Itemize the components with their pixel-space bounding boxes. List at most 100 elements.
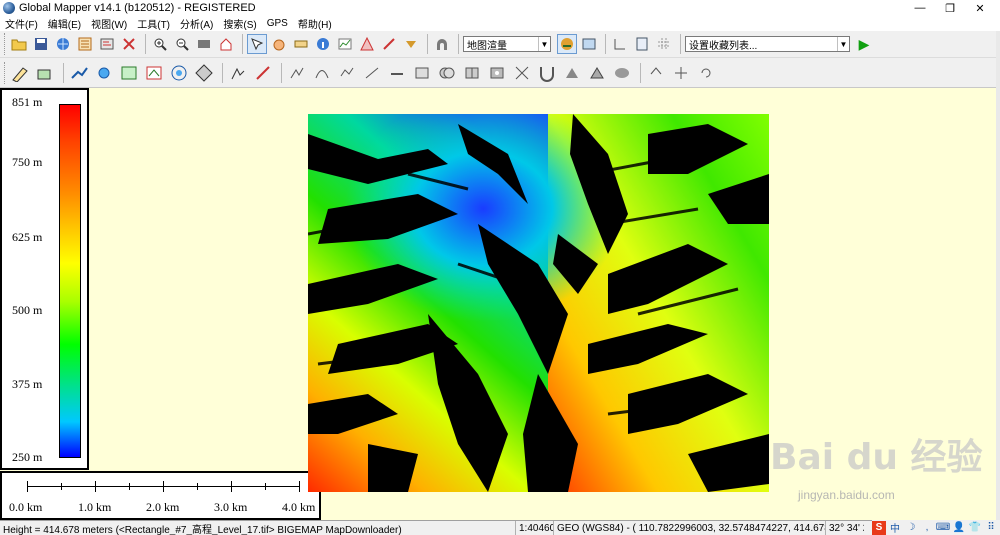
smooth-line-icon[interactable] xyxy=(336,61,358,85)
watermark-text: Bai du 经验 xyxy=(770,437,983,478)
zoom-out-icon[interactable] xyxy=(172,34,192,54)
view-shed-icon[interactable] xyxy=(357,34,377,54)
scale-label-0: 0.0 km xyxy=(9,500,43,514)
edit-feature-icon[interactable] xyxy=(9,61,31,85)
shirt-icon[interactable]: 👕 xyxy=(968,521,982,535)
scale-label-1: 1.0 km xyxy=(78,500,112,514)
simplify-line-icon[interactable] xyxy=(361,61,383,85)
join-lines-icon[interactable] xyxy=(311,61,333,85)
pan-hand-icon[interactable] xyxy=(269,34,289,54)
legend-label-375: 375 m xyxy=(12,377,43,391)
status-coordinates: GEO (WGS84) - ( 110.7822996003, 32.57484… xyxy=(554,521,826,535)
create-point-icon[interactable] xyxy=(93,61,115,85)
vertical-scrollbar[interactable] xyxy=(996,31,1000,520)
maximize-button[interactable]: ❐ xyxy=(935,0,965,16)
shape-edit-icon[interactable] xyxy=(586,61,608,85)
intersect-icon[interactable] xyxy=(511,61,533,85)
move-feature-icon[interactable] xyxy=(670,61,692,85)
toolbar-separator xyxy=(680,34,681,54)
buffer-icon[interactable] xyxy=(168,61,190,85)
move-vertex-icon[interactable] xyxy=(227,61,249,85)
control-center-icon[interactable] xyxy=(75,34,95,54)
scale-tick xyxy=(265,483,266,490)
overlay-control-icon[interactable] xyxy=(97,34,117,54)
toolbar-separator xyxy=(242,34,243,54)
measure-tool-icon[interactable] xyxy=(291,34,311,54)
baidu-watermark: Bai du 经验 jingyan.baidu.com xyxy=(770,428,996,520)
config-tools-icon[interactable] xyxy=(119,34,139,54)
favorites-select[interactable]: 设置收藏列表... ▼ xyxy=(685,36,850,52)
ime-tray: S 中 ☽ , ⌨ 👤 👕 ⠿ xyxy=(872,520,1000,535)
scale-tick xyxy=(197,483,198,490)
globe-app-icon xyxy=(3,2,15,14)
toolbar-grip[interactable] xyxy=(4,33,6,55)
shape-fill-icon[interactable] xyxy=(561,61,583,85)
terrain-raster[interactable] xyxy=(308,114,769,492)
elevation-legend-icon[interactable] xyxy=(610,34,630,54)
split-area-icon[interactable] xyxy=(461,61,483,85)
status-dms: 32° 34' 2 xyxy=(829,522,864,534)
user-icon[interactable]: 👤 xyxy=(952,521,966,535)
create-line-icon[interactable] xyxy=(68,61,90,85)
menu-analysis[interactable]: 分析(A) xyxy=(180,16,213,31)
minimize-button[interactable]: — xyxy=(905,0,935,16)
keyboard-icon[interactable]: ⌨ xyxy=(936,521,950,535)
digitizer-toolbar xyxy=(0,58,1000,88)
create-hole-icon[interactable] xyxy=(486,61,508,85)
ime-mode-label[interactable]: 中 xyxy=(888,521,902,535)
moon-icon[interactable]: ☽ xyxy=(904,521,918,535)
image-swipe-icon[interactable] xyxy=(401,34,421,54)
scale-tick xyxy=(163,481,164,492)
rotate-feature-icon[interactable] xyxy=(695,61,717,85)
create-area-icon[interactable] xyxy=(34,61,56,85)
menu-help[interactable]: 帮助(H) xyxy=(298,16,332,31)
menu-view[interactable]: 视图(W) xyxy=(91,16,127,31)
union-icon[interactable] xyxy=(536,61,558,85)
menu-tools[interactable]: 工具(T) xyxy=(137,16,170,31)
crop-area-icon[interactable] xyxy=(411,61,433,85)
path-profile-icon[interactable] xyxy=(335,34,355,54)
open-folder-icon[interactable] xyxy=(9,34,29,54)
shader-options-icon[interactable] xyxy=(557,34,577,54)
scale-bar: 0.0 km 1.0 km 2.0 km 3.0 km 4.0 km xyxy=(0,471,321,520)
punctuation-icon[interactable]: , xyxy=(920,521,934,535)
menu-file[interactable]: 文件(F) xyxy=(5,16,38,31)
connect-lines-icon[interactable] xyxy=(386,61,408,85)
menu-gps[interactable]: GPS xyxy=(267,18,288,29)
favorites-select-value: 设置收藏列表... xyxy=(689,40,758,52)
shape-rotate-icon[interactable] xyxy=(611,61,633,85)
range-ring-icon[interactable] xyxy=(118,61,140,85)
chevron-down-icon: ▼ xyxy=(538,37,550,51)
digitizer-tool-icon[interactable] xyxy=(247,34,267,54)
globe-icon[interactable] xyxy=(53,34,73,54)
map-view[interactable]: 851 m 750 m 625 m 500 m 375 m 250 m 0.0 … xyxy=(0,88,996,520)
split-line-icon[interactable] xyxy=(286,61,308,85)
menu-edit[interactable]: 编辑(E) xyxy=(48,16,81,31)
arch-tool-icon[interactable] xyxy=(432,34,452,54)
insert-vertex-icon[interactable] xyxy=(252,61,274,85)
scale-label-4: 4.0 km xyxy=(282,500,316,514)
3d-view-icon[interactable] xyxy=(579,34,599,54)
legend-label-min: 250 m xyxy=(12,450,43,464)
combine-areas-icon[interactable] xyxy=(436,61,458,85)
toolbar-grip[interactable] xyxy=(4,61,6,84)
apps-grid-icon[interactable]: ⠿ xyxy=(984,521,998,535)
undo-edit-icon[interactable] xyxy=(645,61,667,85)
3d-path-icon[interactable] xyxy=(379,34,399,54)
cogo-icon[interactable] xyxy=(143,61,165,85)
shader-select[interactable]: 地图渲量 ▼ xyxy=(463,36,551,52)
run-script-play-icon[interactable]: ▶ xyxy=(856,36,872,52)
export-image-icon[interactable] xyxy=(632,34,652,54)
save-icon[interactable] xyxy=(31,34,51,54)
close-button[interactable]: ✕ xyxy=(965,0,995,16)
grid-area-icon[interactable] xyxy=(193,61,215,85)
full-view-icon[interactable] xyxy=(194,34,214,54)
sogou-ime-icon[interactable]: S xyxy=(872,520,886,535)
menu-search[interactable]: 搜索(S) xyxy=(223,16,256,31)
status-bar: Height = 414.678 meters (<Rectangle_#7_高… xyxy=(0,520,1000,535)
scale-tick xyxy=(299,481,300,492)
feature-info-icon[interactable] xyxy=(313,34,333,54)
grid-icon[interactable] xyxy=(654,34,674,54)
home-icon[interactable] xyxy=(216,34,236,54)
zoom-in-icon[interactable] xyxy=(150,34,170,54)
